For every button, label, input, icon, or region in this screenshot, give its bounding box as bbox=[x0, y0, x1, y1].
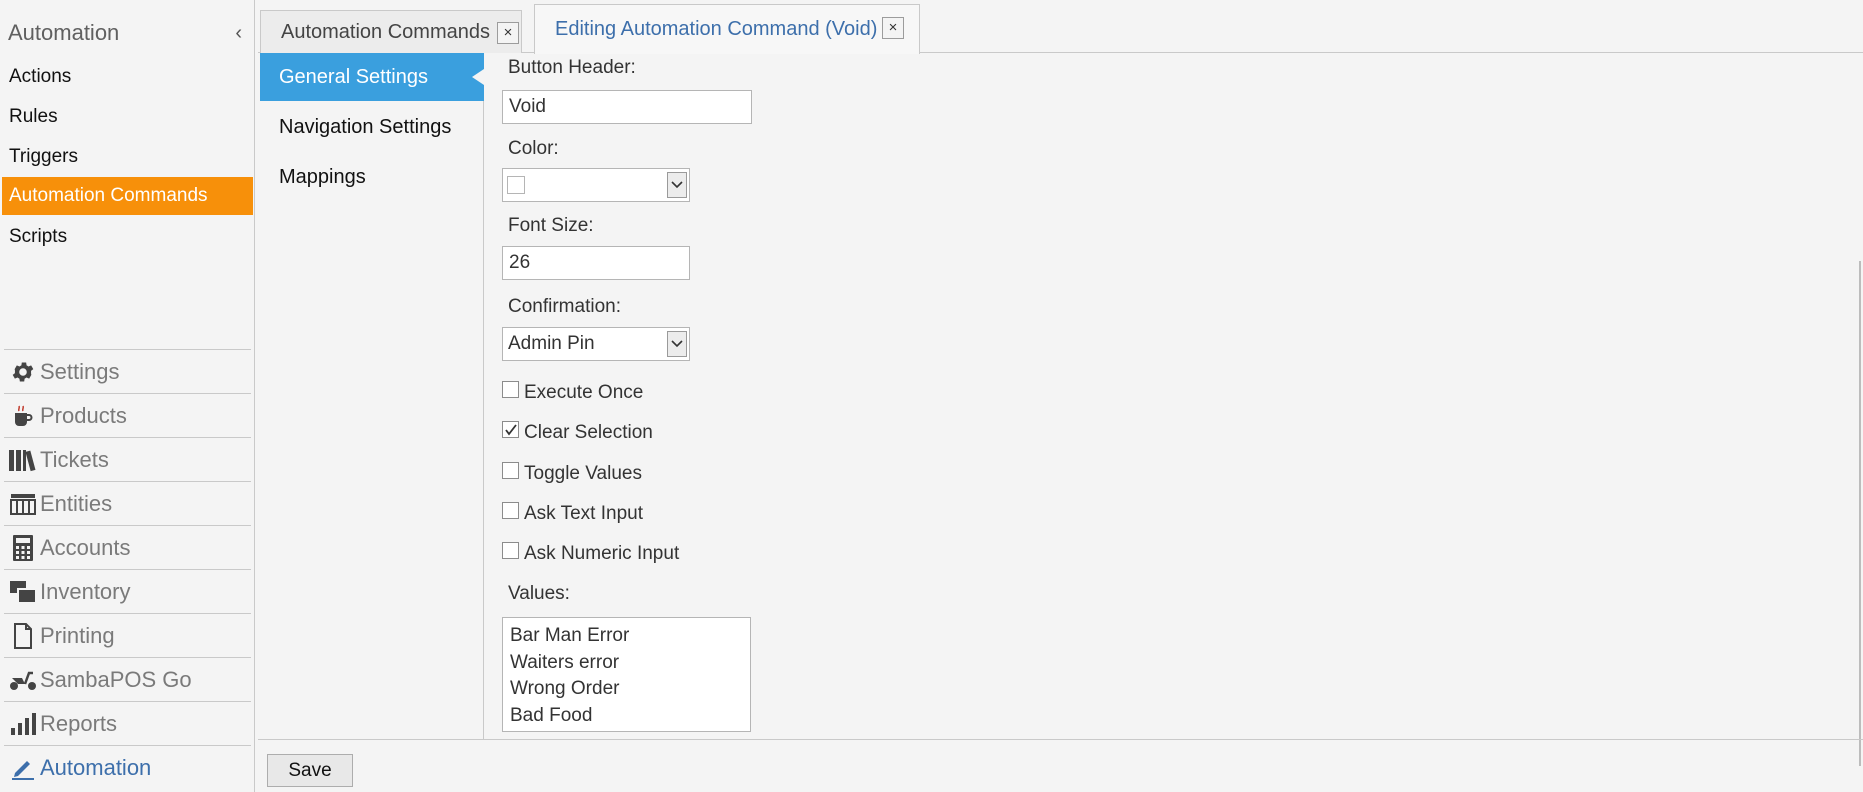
sidebar-item-automation-commands[interactable]: Automation Commands bbox=[2, 177, 253, 215]
tab-label: Automation Commands bbox=[281, 20, 490, 43]
gear-icon bbox=[4, 350, 40, 394]
checkbox-box[interactable] bbox=[502, 501, 519, 519]
collapse-sidebar-icon[interactable]: ‹ bbox=[235, 22, 242, 45]
calculator-icon bbox=[4, 526, 40, 570]
general-settings-form: Button Header: Void Color: Font Size: 26… bbox=[486, 53, 1861, 766]
save-button[interactable]: Save bbox=[267, 754, 353, 787]
module-label: Printing bbox=[40, 622, 115, 648]
footer-bar: Save bbox=[258, 739, 1863, 792]
module-label: Reports bbox=[40, 710, 118, 736]
nav-general-settings[interactable]: General Settings bbox=[260, 53, 484, 101]
clear-selection-checkbox[interactable]: Clear Selection bbox=[502, 420, 653, 446]
module-label: Products bbox=[40, 402, 127, 428]
list-item: Wrong Order bbox=[510, 678, 620, 699]
stacked-boxes-icon bbox=[4, 570, 40, 614]
sidebar-item-rules[interactable]: Rules bbox=[2, 98, 253, 136]
chevron-down-icon[interactable] bbox=[667, 331, 687, 357]
list-item: Bar Man Error bbox=[510, 625, 630, 646]
vertical-scrollbar[interactable] bbox=[1859, 261, 1861, 766]
confirmation-selected: Admin Pin bbox=[508, 333, 595, 354]
module-label: Entities bbox=[40, 490, 113, 516]
button-header-label: Button Header: bbox=[508, 57, 636, 78]
font-size-label: Font Size: bbox=[508, 215, 594, 236]
sidebar-title: Automation bbox=[8, 20, 120, 45]
close-icon[interactable]: × bbox=[882, 17, 904, 39]
checkbox-label: Clear Selection bbox=[524, 422, 653, 443]
document-tabs: Automation Commands × Editing Automation… bbox=[258, 0, 1863, 54]
checkbox-box[interactable] bbox=[502, 380, 519, 398]
checkbox-label: Ask Numeric Input bbox=[524, 543, 680, 564]
module-entities[interactable]: Entities bbox=[4, 481, 251, 525]
checkbox-box[interactable] bbox=[502, 420, 519, 438]
tab-editing-automation-command[interactable]: Editing Automation Command (Void) × bbox=[534, 4, 920, 54]
table-grid-icon bbox=[4, 482, 40, 526]
module-tickets[interactable]: Tickets bbox=[4, 437, 251, 481]
module-sambapos-go[interactable]: SambaPOS Go bbox=[4, 657, 251, 701]
sidebar-item-scripts[interactable]: Scripts bbox=[2, 218, 253, 256]
nav-mappings[interactable]: Mappings bbox=[260, 153, 484, 201]
checkbox-box[interactable] bbox=[502, 461, 519, 479]
module-label: SambaPOS Go bbox=[40, 666, 192, 692]
module-label: Settings bbox=[40, 358, 120, 384]
button-header-input[interactable]: Void bbox=[502, 90, 752, 124]
sidebar-header: Automation ‹ bbox=[8, 20, 248, 50]
values-label: Values: bbox=[508, 583, 570, 604]
list-item: Bad Food bbox=[510, 704, 593, 726]
sidebar: Automation ‹ Actions Rules Triggers Auto… bbox=[0, 0, 255, 792]
ask-numeric-input-checkbox[interactable]: Ask Numeric Input bbox=[502, 541, 679, 567]
bar-chart-icon bbox=[4, 702, 40, 746]
module-label: Automation bbox=[40, 754, 152, 780]
list-item: Waiters error bbox=[510, 651, 620, 673]
checkbox-label: Ask Text Input bbox=[524, 503, 643, 524]
execute-once-checkbox[interactable]: Execute Once bbox=[502, 380, 643, 406]
nav-navigation-settings[interactable]: Navigation Settings bbox=[260, 103, 484, 151]
module-label: Tickets bbox=[40, 446, 109, 472]
sidebar-item-triggers[interactable]: Triggers bbox=[2, 138, 253, 176]
module-reports[interactable]: Reports bbox=[4, 701, 251, 745]
coffee-cup-icon bbox=[4, 394, 40, 438]
checkbox-label: Execute Once bbox=[524, 382, 644, 403]
close-icon[interactable]: × bbox=[497, 22, 519, 44]
scooter-icon bbox=[4, 658, 40, 702]
pencil-icon bbox=[4, 746, 40, 790]
toggle-values-checkbox[interactable]: Toggle Values bbox=[502, 461, 642, 487]
color-dropdown[interactable] bbox=[502, 168, 690, 202]
settings-nav: General Settings Navigation Settings Map… bbox=[258, 53, 484, 739]
chevron-down-icon[interactable] bbox=[667, 172, 687, 198]
color-label: Color: bbox=[508, 138, 559, 159]
ask-text-input-checkbox[interactable]: Ask Text Input bbox=[502, 501, 643, 527]
values-textarea[interactable]: Bar Man Error Waiters error Wrong Order … bbox=[502, 617, 751, 732]
module-printing[interactable]: Printing bbox=[4, 613, 251, 657]
module-automation[interactable]: Automation bbox=[4, 745, 251, 789]
checkbox-box[interactable] bbox=[502, 541, 519, 559]
checkbox-label: Toggle Values bbox=[524, 463, 642, 484]
sidebar-item-actions[interactable]: Actions bbox=[2, 58, 253, 96]
module-label: Accounts bbox=[40, 534, 131, 560]
module-settings[interactable]: Settings bbox=[4, 349, 251, 393]
confirmation-dropdown[interactable]: Admin Pin bbox=[502, 327, 690, 361]
document-icon bbox=[4, 614, 40, 658]
confirmation-label: Confirmation: bbox=[508, 296, 621, 317]
tab-label: Editing Automation Command (Void) bbox=[555, 18, 878, 40]
checkmark-icon bbox=[505, 423, 517, 435]
font-size-input[interactable]: 26 bbox=[502, 246, 690, 280]
tab-automation-commands[interactable]: Automation Commands × bbox=[260, 10, 522, 53]
books-icon bbox=[4, 438, 40, 482]
color-swatch bbox=[507, 176, 525, 194]
module-inventory[interactable]: Inventory bbox=[4, 569, 251, 613]
module-products[interactable]: Products bbox=[4, 393, 251, 437]
module-label: Inventory bbox=[40, 578, 131, 604]
module-accounts[interactable]: Accounts bbox=[4, 525, 251, 569]
